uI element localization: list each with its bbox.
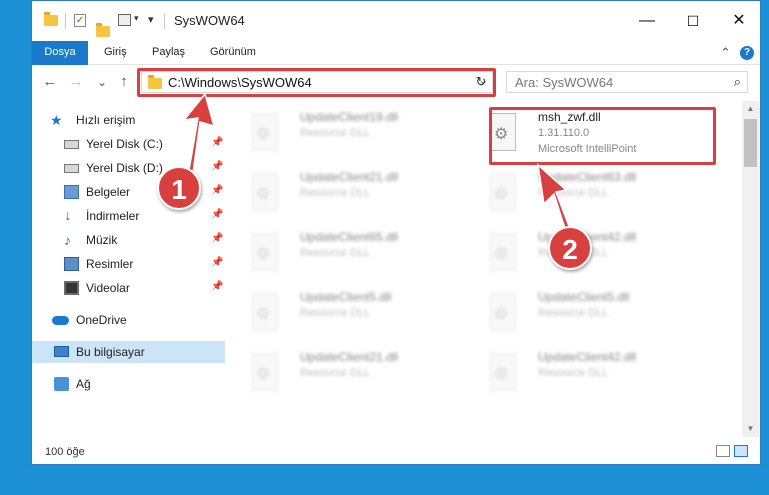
- arrow-1: [182, 92, 216, 182]
- step-badge-1: 1: [157, 166, 201, 210]
- annotation-arrows: [182, 92, 573, 240]
- step-badge-2: 2: [548, 226, 592, 270]
